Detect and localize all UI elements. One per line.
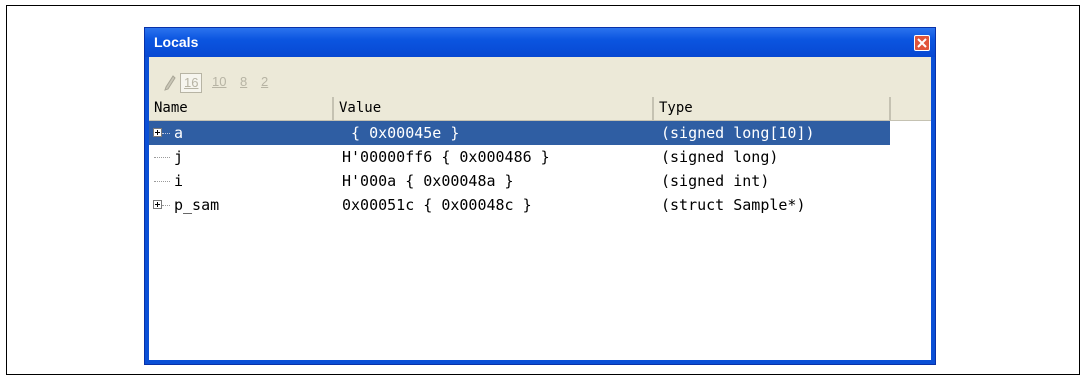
- client-area: 16 10 8 2 Name Value Type a { 0x00045e }…: [149, 57, 931, 360]
- tree-line: [162, 205, 170, 206]
- row-value: H'00000ff6 { 0x000486 }: [342, 148, 550, 166]
- tree-line: [154, 157, 170, 158]
- column-header-type[interactable]: Type: [654, 97, 891, 120]
- column-header-name[interactable]: Name: [149, 97, 334, 120]
- title-bar: Locals: [145, 28, 935, 57]
- list-item[interactable]: a { 0x00045e } (signed long[10]): [149, 121, 890, 145]
- list-item[interactable]: p_sam 0x00051c { 0x00048c } (struct Samp…: [149, 193, 890, 217]
- row-type: (signed long): [661, 148, 779, 166]
- radix-10-button[interactable]: 10: [212, 74, 226, 94]
- close-button[interactable]: [914, 35, 930, 51]
- column-header: Name Value Type: [149, 97, 931, 121]
- close-icon: [917, 38, 927, 48]
- row-name: i: [174, 172, 184, 190]
- locals-window: Locals 16 10 8 2 Name Value Type a {0x0…: [144, 27, 936, 365]
- window-title: Locals: [154, 34, 199, 50]
- radix-2-button[interactable]: 2: [261, 74, 268, 94]
- row-type: (struct Sample*): [661, 196, 806, 214]
- row-name: a: [174, 124, 184, 142]
- row-value: { 0x00045e }: [342, 124, 460, 142]
- column-header-value[interactable]: Value: [334, 97, 654, 120]
- row-name: p_sam: [174, 196, 220, 214]
- plus-expander-icon[interactable]: [153, 200, 162, 209]
- tree-line: [162, 133, 170, 134]
- tree-line: [154, 181, 170, 182]
- row-name: j: [174, 148, 184, 166]
- list-item[interactable]: j H'00000ff6 { 0x000486 } (signed long): [149, 145, 890, 169]
- row-value: 0x00051c { 0x00048c }: [342, 196, 532, 214]
- row-type: (signed int): [661, 172, 770, 190]
- toolbar: 16 10 8 2: [149, 57, 931, 97]
- plus-expander-icon[interactable]: [153, 128, 162, 137]
- radix-16-button[interactable]: 16: [180, 73, 203, 93]
- list-item[interactable]: i H'000a { 0x00048a } (signed int): [149, 169, 890, 193]
- row-value: H'000a { 0x00048a }: [342, 172, 514, 190]
- pencil-icon[interactable]: [164, 75, 176, 91]
- radix-8-button[interactable]: 8: [240, 74, 247, 94]
- row-type: (signed long[10]): [661, 124, 815, 142]
